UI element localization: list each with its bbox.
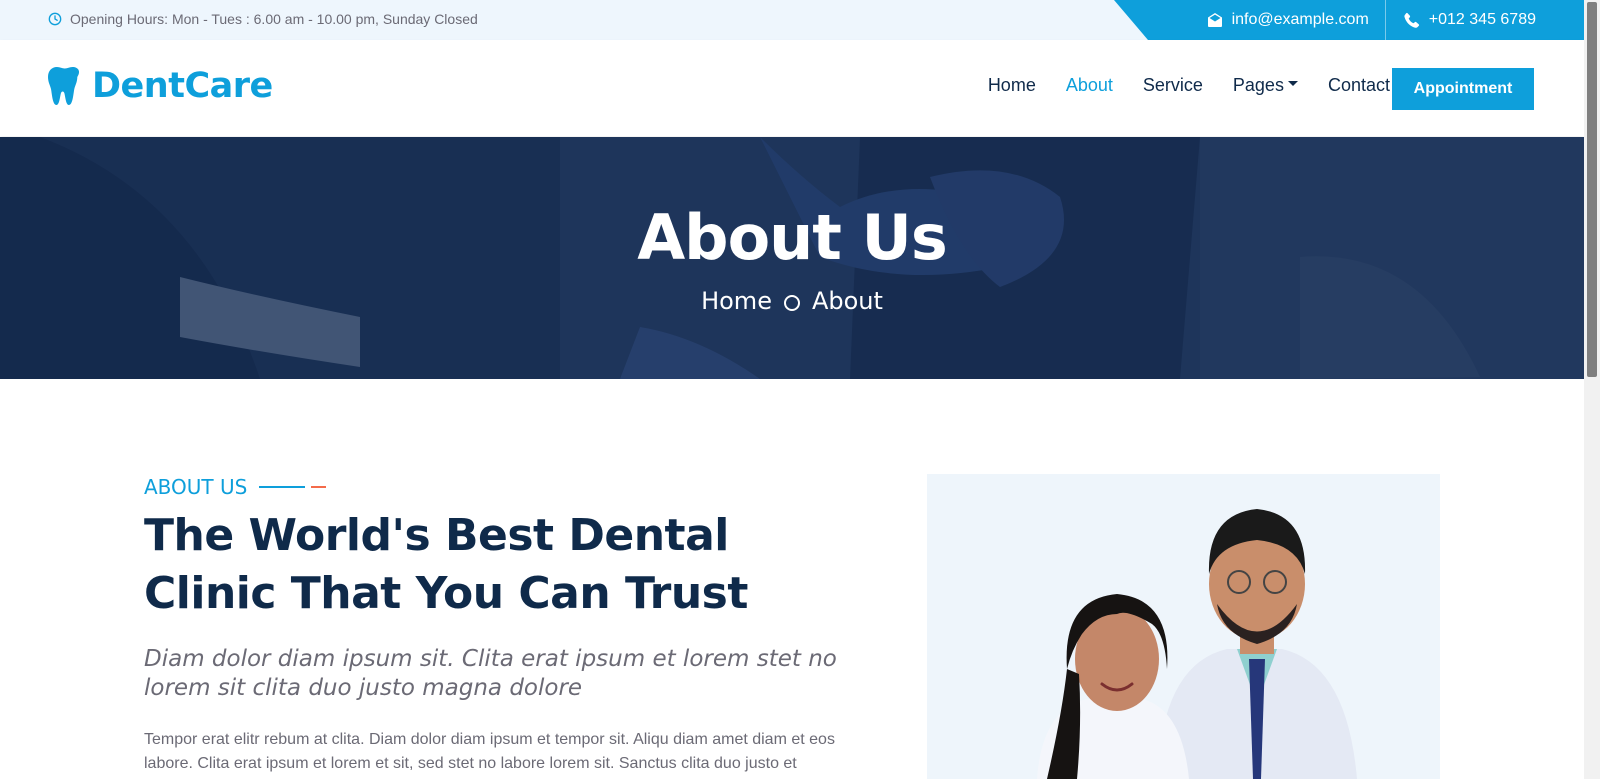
- breadcrumb-home[interactable]: Home: [701, 287, 772, 315]
- scrollbar-thumb[interactable]: [1587, 2, 1597, 377]
- tooth-icon: [48, 67, 80, 105]
- opening-hours: Opening Hours: Mon - Tues : 6.00 am - 10…: [48, 11, 478, 27]
- scrollbar[interactable]: [1584, 0, 1600, 779]
- dentists-illustration: [927, 474, 1440, 779]
- nav-contact[interactable]: Contact: [1328, 75, 1390, 96]
- phone-link[interactable]: +012 345 6789: [1386, 0, 1584, 40]
- breadcrumb: Home About: [0, 287, 1584, 315]
- eyebrow-text: ABOUT US: [144, 475, 248, 499]
- eyebrow-line-secondary: [311, 486, 327, 488]
- section-body: Tempor erat elitr rebum at clita. Diam d…: [144, 731, 835, 772]
- main-nav: Home About Service Pages Contact: [958, 75, 1438, 96]
- nav-pages-label: Pages: [1232, 75, 1284, 95]
- brand-name: DentCare: [92, 66, 273, 106]
- appointment-button[interactable]: Appointment: [1392, 68, 1534, 110]
- breadcrumb-about: About: [811, 287, 883, 315]
- phone-icon: [1404, 12, 1419, 28]
- page-header: About Us Home About: [0, 137, 1584, 379]
- clock-icon: [48, 12, 62, 26]
- navbar: DentCare Home About Service Pages Contac…: [0, 40, 1584, 136]
- circle-icon: [783, 295, 800, 311]
- opening-hours-text: Opening Hours: Mon - Tues : 6.00 am - 10…: [70, 11, 478, 27]
- topbar-contact: info@example.com +012 345 6789: [1114, 0, 1584, 40]
- section-lead: Diam dolor diam ipsum sit. Clita erat ip…: [144, 646, 837, 701]
- eyebrow-line-primary: [259, 486, 306, 488]
- dentists-photo: [927, 474, 1440, 779]
- email-text: info@example.com: [1231, 11, 1369, 28]
- nav-home[interactable]: Home: [988, 75, 1036, 96]
- section-title: The World's Best Dental Clinic That You …: [144, 510, 748, 619]
- topbar: Opening Hours: Mon - Tues : 6.00 am - 10…: [0, 0, 1584, 40]
- envelope-open-icon: [1207, 13, 1222, 27]
- nav-service[interactable]: Service: [1143, 75, 1203, 96]
- email-link[interactable]: info@example.com: [1189, 0, 1386, 40]
- brand-logo[interactable]: DentCare: [48, 66, 273, 106]
- caret-down-icon: [1287, 81, 1298, 86]
- phone-text: +012 345 6789: [1428, 11, 1536, 28]
- section-eyebrow: ABOUT US: [144, 475, 327, 499]
- nav-pages[interactable]: Pages: [1233, 75, 1298, 96]
- page-title: About Us: [637, 201, 948, 274]
- nav-about[interactable]: About: [1066, 75, 1113, 96]
